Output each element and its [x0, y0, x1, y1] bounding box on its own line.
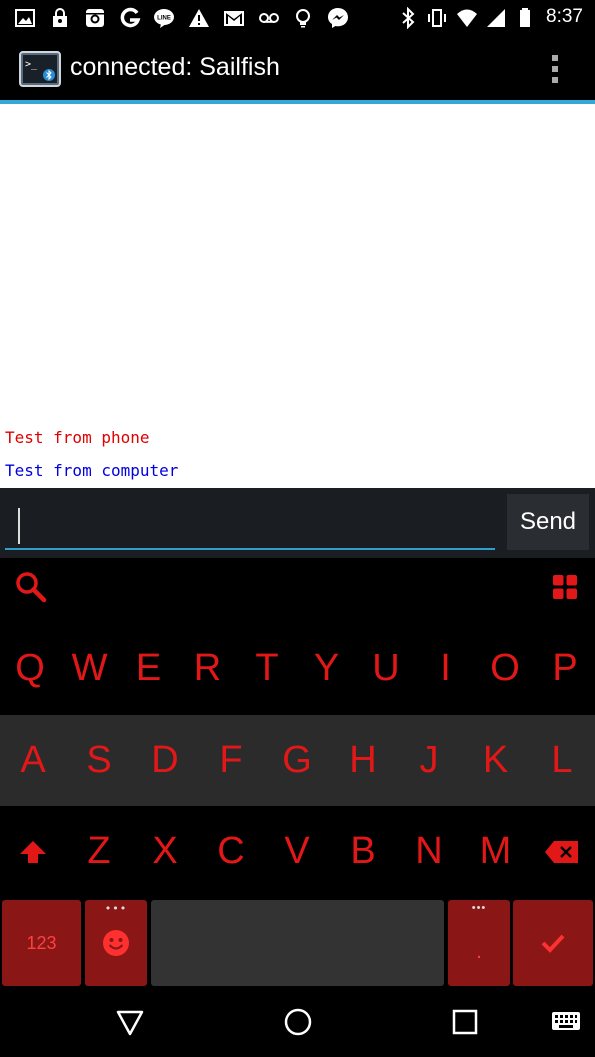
key-l[interactable]: L: [529, 715, 595, 806]
key-y[interactable]: Y: [297, 623, 356, 714]
keyboard-row-3: Z X C V B N M: [0, 806, 595, 897]
voicemail-icon: [259, 13, 279, 23]
keyboard-switch-icon[interactable]: [550, 1006, 582, 1038]
status-bar: LINE 8:37: [0, 0, 595, 38]
key-t[interactable]: T: [237, 623, 297, 714]
lock-icon: [53, 8, 67, 27]
cell-signal-icon: [487, 9, 505, 27]
svg-text:LINE: LINE: [157, 16, 171, 22]
key-b[interactable]: B: [330, 806, 396, 897]
key-f[interactable]: F: [198, 715, 264, 806]
gmail-icon: [224, 11, 244, 26]
search-icon[interactable]: [14, 570, 48, 604]
shift-arrow-icon: [20, 840, 46, 863]
terminal-line-sent: Test from phone: [5, 428, 150, 447]
wifi-icon: [457, 9, 477, 27]
apps-grid-icon[interactable]: [552, 574, 578, 600]
navigation-bar: [0, 988, 595, 1057]
messenger-icon: [328, 8, 348, 28]
key-n[interactable]: N: [396, 806, 462, 897]
send-button[interactable]: Send: [507, 494, 589, 550]
keyboard-row-1: Q W E R T Y U I O P: [0, 623, 595, 714]
key-e[interactable]: E: [119, 623, 178, 714]
space-key[interactable]: [151, 900, 444, 986]
vibrate-icon: [428, 9, 446, 27]
period-key[interactable]: ••• .: [448, 900, 510, 986]
message-input[interactable]: [5, 494, 495, 550]
warning-icon: [189, 9, 209, 27]
backspace-key[interactable]: [529, 806, 595, 897]
terminal-line-received: Test from computer: [5, 461, 179, 480]
key-r[interactable]: R: [178, 623, 237, 714]
enter-key[interactable]: [513, 900, 593, 986]
bluetooth-icon: [402, 7, 415, 29]
key-o[interactable]: O: [475, 623, 535, 714]
bulb-icon: [296, 9, 310, 28]
key-x[interactable]: X: [132, 806, 198, 897]
checkmark-icon: [541, 934, 565, 953]
key-m[interactable]: M: [462, 806, 529, 897]
key-z[interactable]: Z: [66, 806, 132, 897]
google-icon: [120, 7, 141, 28]
line-icon: LINE: [154, 9, 174, 28]
home-icon[interactable]: [282, 1006, 314, 1038]
key-s[interactable]: S: [66, 715, 132, 806]
input-row: Send: [0, 488, 595, 558]
key-p[interactable]: P: [535, 623, 595, 714]
key-j[interactable]: J: [396, 715, 462, 806]
key-a[interactable]: A: [0, 715, 66, 806]
svg-text:>_: >_: [25, 59, 38, 70]
instagram-icon: [86, 9, 104, 27]
key-d[interactable]: D: [132, 715, 198, 806]
recents-icon[interactable]: [449, 1006, 481, 1038]
shift-key[interactable]: [0, 806, 66, 897]
soft-keyboard: Q W E R T Y U I O P A S D F G H J K L Z …: [0, 558, 595, 988]
period-label: .: [476, 941, 482, 963]
more-dots-icon: •••: [471, 902, 487, 914]
connection-title: connected: Sailfish: [70, 53, 280, 81]
backspace-icon: [545, 840, 578, 863]
numbers-key[interactable]: 123: [2, 900, 81, 986]
key-c[interactable]: C: [198, 806, 264, 897]
key-g[interactable]: G: [264, 715, 330, 806]
back-icon[interactable]: [114, 1006, 146, 1038]
terminal-output: Test from phone Test from computer: [0, 104, 595, 488]
key-u[interactable]: U: [356, 623, 416, 714]
key-v[interactable]: V: [264, 806, 330, 897]
key-i[interactable]: I: [416, 623, 475, 714]
terminal-app-icon: >_: [19, 51, 61, 87]
emoji-key[interactable]: •••: [85, 900, 147, 986]
keyboard-row-2: A S D F G H J K L: [0, 715, 595, 806]
key-q[interactable]: Q: [0, 623, 60, 714]
text-cursor: [18, 508, 20, 544]
overflow-menu-icon[interactable]: [543, 52, 567, 86]
image-icon: [15, 9, 35, 27]
more-dots-icon: •••: [104, 902, 128, 915]
key-h[interactable]: H: [330, 715, 396, 806]
smiley-icon: [103, 930, 129, 956]
clock: 8:37: [546, 6, 583, 27]
battery-icon: [520, 8, 530, 27]
keyboard-bottom-row: 123 ••• ••• .: [0, 900, 595, 988]
key-k[interactable]: K: [462, 715, 529, 806]
key-w[interactable]: W: [60, 623, 119, 714]
